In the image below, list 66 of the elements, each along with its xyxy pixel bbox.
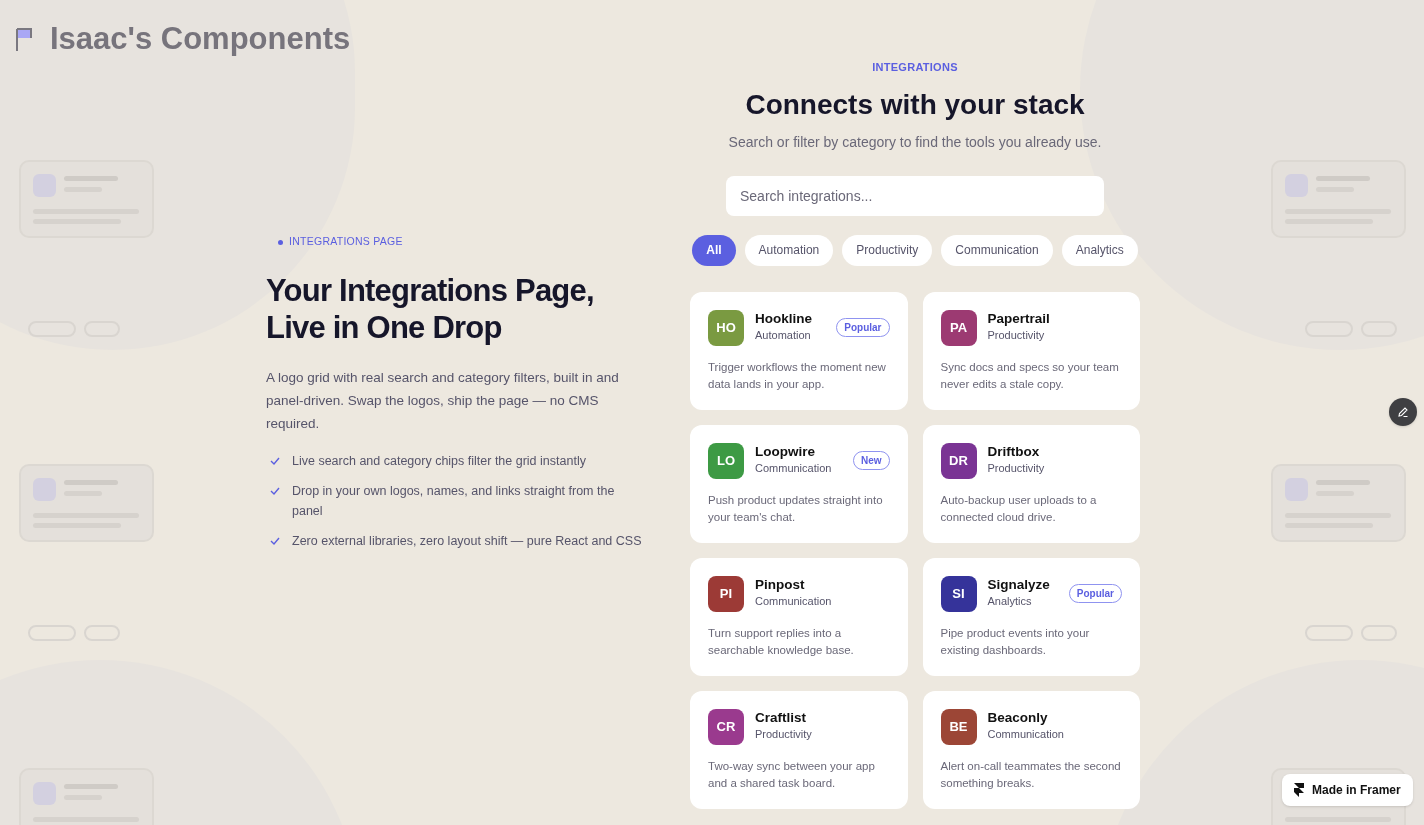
logo-tile: SI (940, 575, 977, 612)
integration-name: Driftbox (987, 442, 1041, 461)
integration-card[interactable]: BE Beaconly Communication Alert on-call teammates the second something breaks. (922, 690, 1140, 809)
flag-icon (14, 26, 34, 53)
integration-card[interactable]: PA Papertrail Productivity Sync docs and specs so your team never edits a stale copy. (922, 291, 1140, 410)
feature-text: Live search and category chips filter the grid instantly (292, 452, 586, 470)
badge: Popular (836, 317, 890, 337)
logo-tile: DR (940, 442, 977, 479)
framer-badge[interactable]: Made in Framer (1282, 774, 1413, 806)
feature-text: Zero external libraries, zero layout shift — pure React and CSS (292, 532, 642, 550)
filter-chip[interactable]: All (692, 234, 736, 266)
logo-tile: PA (940, 309, 977, 346)
logo-tile: LO (708, 442, 744, 479)
integration-card[interactable]: PI Pinpost Communication Turn support replies into a searchable knowledge base. (690, 557, 908, 676)
edit-icon[interactable] (1389, 398, 1417, 426)
integration-description: Push product updates straight into your team's chat. (708, 492, 884, 525)
integration-description: Auto-backup user uploads to a connected cloud drive. (940, 492, 1098, 525)
integration-card[interactable]: SI Signalyze Analytics Popular Pipe product events into your existing dashboards. (922, 557, 1140, 676)
integration-description: Alert on-call teammates the second something breaks. (940, 758, 1122, 791)
integration-description: Two-way sync between your app and a shared task board. (708, 758, 876, 791)
integration-card[interactable]: CR Craftlist Productivity Two-way sync between your app and a shared task board. (690, 690, 908, 809)
integration-category: Productivity (987, 327, 1046, 343)
badge: New (852, 450, 890, 470)
integration-category: Communication (987, 726, 1064, 742)
integration-category: Communication (755, 460, 832, 476)
eyebrow-label: INTEGRATIONS PAGE (289, 234, 403, 250)
integration-description: Turn support replies into a searchable knowledge base. (708, 625, 855, 658)
integration-description: Sync docs and specs so your team never edits a stale copy. (940, 359, 1120, 392)
integration-category: Productivity (987, 460, 1045, 476)
brand-title: Isaac's Components (50, 20, 351, 58)
integration-name: Hookline (755, 309, 812, 328)
integration-category: Analytics (987, 593, 1033, 609)
integration-name: Beaconly (987, 708, 1049, 727)
section-subtitle: Search or filter by category to find the tools you already use. (728, 132, 1102, 152)
section-heading: Connects with your stack (745, 87, 1085, 122)
filter-chip[interactable]: Communication (941, 234, 1053, 266)
integration-name: Pinpost (755, 575, 806, 594)
integration-card[interactable]: LO Loopwire Communication New Push product updates straight into your team's chat. (690, 424, 908, 543)
integration-name: Signalyze (987, 575, 1050, 594)
integration-category: Productivity (755, 726, 812, 742)
check-icon (270, 485, 280, 496)
logo-tile: PI (708, 575, 744, 612)
logo-tile: CR (708, 708, 744, 745)
feature-text: Drop in your own logos, names, and links straight from the panel (292, 482, 616, 520)
logo-tile: BE (940, 708, 977, 745)
hero-description: A logo grid with real search and category filters, built in and panel-driven. Swap the logos, ship the page — no CMS required. (266, 368, 620, 433)
logo-tile: HO (708, 309, 744, 346)
integration-name: Craftlist (755, 708, 807, 727)
integration-category: Automation (755, 327, 812, 343)
hero-heading: Your Integrations Page, Live in One Drop (266, 271, 595, 346)
integration-description: Pipe product events into your existing dashboards. (940, 625, 1091, 658)
filter-chip[interactable]: Automation (744, 234, 834, 266)
integration-description: Trigger workflows the moment new data lands in your app. (708, 359, 887, 392)
section-eyebrow: INTEGRATIONS (872, 60, 958, 75)
integration-card[interactable]: DR Driftbox Productivity Auto-backup user uploads to a connected cloud drive. (922, 424, 1140, 543)
framer-logo-icon (1294, 783, 1304, 797)
badge: Popular (1068, 583, 1122, 603)
integration-category: Communication (755, 593, 832, 609)
integration-name: Loopwire (755, 442, 816, 461)
check-icon (270, 535, 280, 546)
check-icon (270, 455, 280, 466)
search-field[interactable]: Search integrations... (726, 175, 1104, 216)
integration-card[interactable]: HO Hookline Automation Popular Trigger workflows the moment new data lands in your app. (690, 291, 908, 410)
filter-chip[interactable]: Productivity (842, 234, 933, 266)
integration-name: Papertrail (987, 309, 1050, 328)
filter-chip[interactable]: Analytics (1061, 234, 1138, 266)
